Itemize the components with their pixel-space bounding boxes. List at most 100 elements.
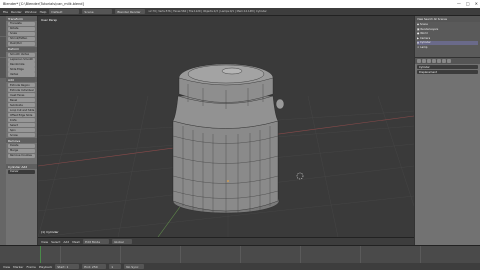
rotate-button[interactable]: Rotate (8, 26, 35, 31)
spin-button[interactable]: Spin (8, 128, 35, 133)
playhead[interactable] (40, 246, 41, 263)
panel-add-title[interactable]: Add (6, 77, 37, 83)
3d-viewport[interactable]: User Persp (1) Cylinder (38, 16, 414, 237)
panel-transform-title[interactable]: Transform (6, 16, 37, 21)
menu-select[interactable]: Select (51, 240, 60, 244)
menu-view[interactable]: View (41, 240, 48, 244)
object-origin-icon (227, 180, 229, 182)
extrude-region-button[interactable]: Extrude Region (8, 83, 35, 88)
extrude-individual-button[interactable]: Extrude Individual (8, 88, 35, 93)
object-tab-icon[interactable] (432, 59, 436, 63)
sync-selector[interactable]: No Sync (124, 264, 145, 269)
outliner-row[interactable]: ✦ Lamp (417, 45, 478, 49)
inset-faces-button[interactable]: Inset Faces (8, 93, 35, 98)
vertex-button[interactable]: Vertex (8, 72, 35, 77)
push-pull-button[interactable]: Push/Pull (8, 41, 35, 46)
properties-field[interactable]: Displacement (417, 70, 478, 75)
tool-panels: Transform Translate Rotate Scale Shrink/… (6, 16, 37, 175)
current-frame-field[interactable]: 1 (109, 264, 122, 269)
timeline-menu-marker[interactable]: Marker (13, 265, 23, 269)
viewport-canvas[interactable] (38, 16, 414, 237)
scene-tab-icon[interactable] (422, 59, 426, 63)
scale-button[interactable]: Scale (8, 31, 35, 36)
tool-shelf: Transform Translate Rotate Scale Shrink/… (0, 16, 38, 245)
start-frame-field[interactable]: Start: 1 (55, 264, 80, 269)
offset-edge-slide-button[interactable]: Offset Edge Slide (8, 113, 35, 118)
close-button[interactable]: ✕ (475, 1, 478, 6)
texture-tab-icon[interactable] (447, 59, 451, 63)
mesh-icon: ▲ (417, 41, 419, 44)
minimize-button[interactable]: — (457, 1, 461, 6)
transform-orientation-selector[interactable]: Global (112, 239, 133, 244)
timeline-menu-frame[interactable]: Frame (27, 265, 36, 269)
mode-selector[interactable]: Edit Mode (83, 239, 110, 244)
scene-icon: ◆ (417, 23, 419, 26)
menu-help[interactable]: Help (40, 10, 47, 14)
randomize-button[interactable]: Randomize (8, 62, 35, 67)
material-tab-icon[interactable] (442, 59, 446, 63)
render-tab-icon[interactable] (417, 59, 421, 63)
3d-cursor-icon (296, 172, 304, 180)
lamp-icon: ✦ (417, 45, 420, 49)
loop-cut-button[interactable]: Loop Cut and Slide (8, 108, 35, 113)
outliner-row-label: RenderLayers (420, 27, 439, 31)
scene-selector[interactable]: Scene (82, 9, 113, 14)
panel-remove-title[interactable]: Remove (6, 138, 37, 144)
menu-render[interactable]: Render (11, 10, 22, 14)
operator-align-field[interactable]: Cursor (8, 169, 35, 174)
laplacian-smooth-button[interactable]: Laplacian Smooth (8, 57, 35, 62)
viewport-header: View Select Add Mesh Edit Mode Global (38, 237, 414, 245)
outliner-row-label: Lamp (420, 45, 428, 49)
modifier-tab-icon[interactable] (437, 59, 441, 63)
end-frame-field[interactable]: End: 250 (82, 264, 107, 269)
timeline-menu-playback[interactable]: Playback (39, 265, 52, 269)
view-label: User Persp (41, 18, 58, 22)
outliner-row[interactable]: ▣ RenderLayers (417, 27, 478, 31)
info-header: File Render Window Help Default Scene Bl… (0, 8, 480, 16)
menu-add[interactable]: Add (63, 240, 69, 244)
outliner-row-label: Camera (420, 36, 431, 40)
shrink-fatten-button[interactable]: Shrink/Fatten (8, 36, 35, 41)
render-engine-selector[interactable]: Blender Render (115, 9, 146, 14)
knife-button[interactable]: Knife (8, 118, 35, 123)
world-tab-icon[interactable] (427, 59, 431, 63)
slide-edge-button[interactable]: Slide Edge (8, 67, 35, 72)
outliner-row-label: Scene (420, 23, 428, 26)
translate-button[interactable]: Translate (8, 21, 35, 26)
camera-icon: ▶ (417, 36, 419, 40)
menu-file[interactable]: File (3, 10, 8, 14)
timeline-menu-view[interactable]: View (3, 265, 10, 269)
remove-doubles-button[interactable]: Remove Doubles (8, 153, 35, 159)
scene-stats: v2.79 | Verts:576 | Faces:560 | Tris:112… (148, 10, 267, 13)
world-icon: ● (417, 32, 420, 35)
milk-can-mesh (172, 63, 285, 215)
merge-button[interactable]: Merge (8, 148, 35, 154)
outliner-row[interactable]: ▶ Camera (417, 36, 478, 40)
outliner-header: View Search All Scenes (415, 16, 480, 22)
maximize-button[interactable]: □ (466, 1, 470, 6)
timeline-header: View Marker Frame Playback Start: 1 End:… (0, 263, 480, 270)
outliner-row[interactable]: ▲ Cylinder (417, 40, 478, 45)
subdivide-button[interactable]: Subdivide (8, 103, 35, 108)
menu-window[interactable]: Window (25, 10, 37, 14)
outliner-row-label: World (420, 32, 428, 35)
menu-mesh[interactable]: Mesh (72, 240, 80, 244)
screw-button[interactable]: Screw (8, 133, 35, 138)
outliner-row-label: Cylinder (420, 41, 431, 44)
layout-selector[interactable]: Default (49, 9, 80, 14)
object-name-field[interactable]: Cylinder (417, 65, 478, 70)
outliner-row[interactable]: ◆ Scene (417, 23, 478, 27)
outliner-row[interactable]: ● World (417, 32, 478, 36)
window-title: Blender* [C:\Blender\Tutorials\can_milk.… (3, 2, 84, 6)
outliner-header-label[interactable]: View Search All Scenes (417, 18, 447, 21)
right-panel: View Search All Scenes ◆ Scene ▣ RenderLay… (414, 16, 480, 245)
timeline[interactable] (0, 245, 480, 263)
outliner: View Search All Scenes ◆ Scene ▣ RenderLay… (415, 16, 480, 58)
object-label: (1) Cylinder (41, 230, 59, 234)
bevel-button[interactable]: Bevel (8, 98, 35, 103)
delete-button[interactable]: Delete (8, 143, 35, 149)
smooth-vertex-button[interactable]: Smooth Vertex (8, 52, 35, 57)
panel-deform-title[interactable]: Deform (6, 46, 37, 52)
select-button[interactable]: Select (8, 123, 35, 128)
operator-panel-title[interactable]: Cylinder Add (6, 164, 37, 170)
